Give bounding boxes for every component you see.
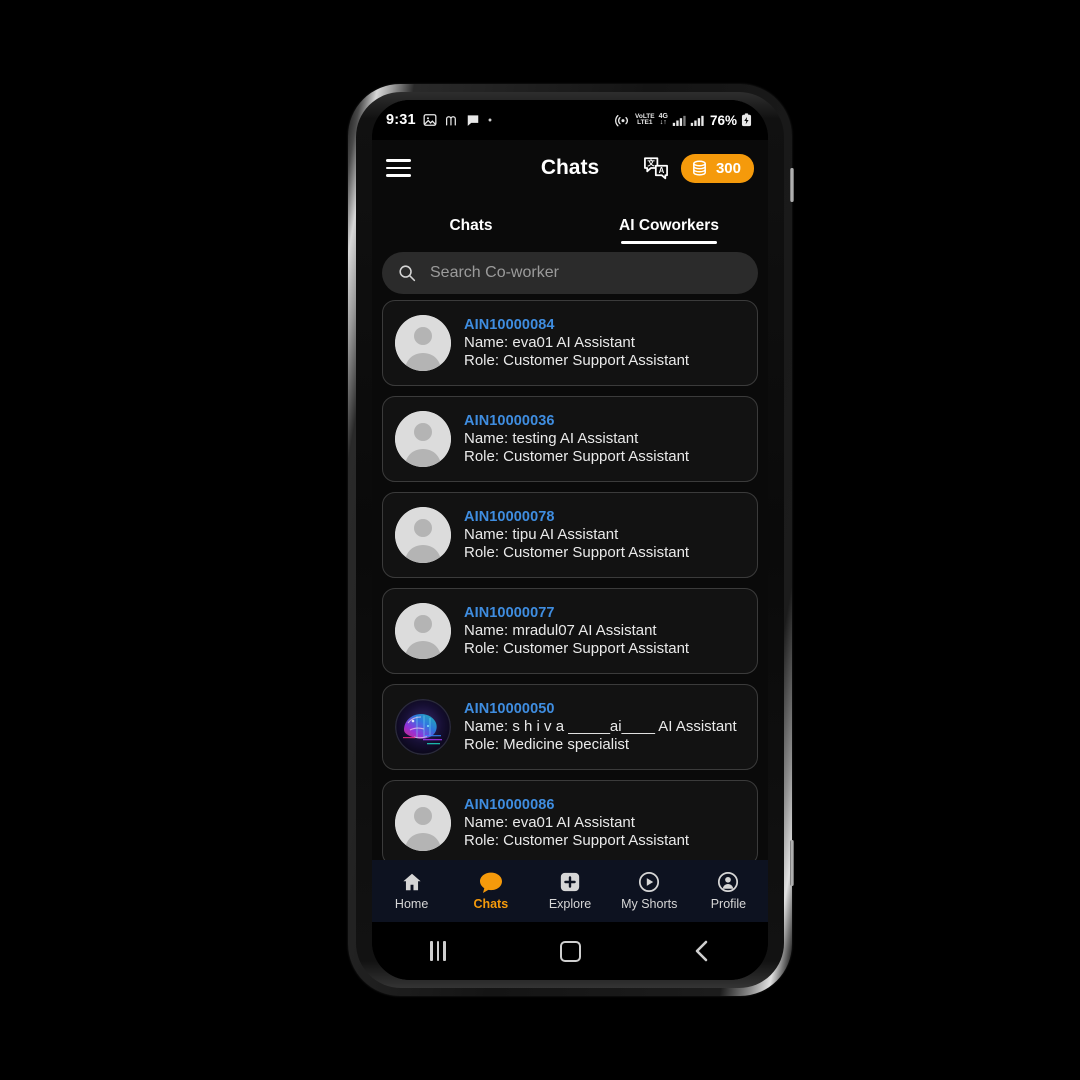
back-chevron-icon[interactable] xyxy=(636,939,768,963)
coworker-card[interactable]: AIN10000077 Name: mradul07 AI Assistant … xyxy=(382,588,758,674)
coworker-id: AIN10000036 xyxy=(464,413,555,429)
nav-item-explore[interactable]: Explore xyxy=(530,871,609,911)
coworker-role: Role: Customer Support Assistant xyxy=(464,832,690,849)
search-input[interactable]: Search Co-worker xyxy=(382,252,758,294)
coin-count-label: 300 xyxy=(715,159,741,177)
message-icon xyxy=(466,113,480,127)
app-header: Chats 文 A 300 xyxy=(372,140,768,196)
play-circle-icon xyxy=(638,871,660,893)
nav-label-home: Home xyxy=(394,897,429,911)
coworker-card[interactable]: AIN10000050 Name: s h i v a _____ai____ … xyxy=(382,684,758,770)
svg-text:A: A xyxy=(659,166,665,175)
tab-chats[interactable]: Chats xyxy=(372,196,570,244)
nav-item-chats[interactable]: Chats xyxy=(451,871,530,911)
avatar xyxy=(395,411,451,467)
coworker-role: Role: Customer Support Assistant xyxy=(464,352,690,369)
tab-bar: Chats AI Coworkers xyxy=(372,196,768,244)
coworker-card[interactable]: AIN10000086 Name: eva01 AI Assistant Rol… xyxy=(382,780,758,866)
status-time: 9:31 xyxy=(386,112,416,128)
nav-item-home[interactable]: Home xyxy=(372,871,451,911)
battery-icon xyxy=(741,113,752,127)
4g-icon: 4G ↓↑ xyxy=(658,113,668,126)
coworker-id: AIN10000086 xyxy=(464,797,555,813)
volume-button[interactable] xyxy=(790,840,794,886)
battery-percent-label: 76% xyxy=(709,112,737,128)
coworker-name: Name: eva01 AI Assistant xyxy=(464,334,635,351)
svg-text:文: 文 xyxy=(646,159,655,168)
coworker-id: AIN10000078 xyxy=(464,509,555,525)
coworker-role: Role: Customer Support Assistant xyxy=(464,544,690,561)
nav-label-chats: Chats xyxy=(473,897,509,911)
coworker-card[interactable]: AIN10000078 Name: tipu AI Assistant Role… xyxy=(382,492,758,578)
nav-label-profile: Profile xyxy=(710,897,747,911)
coin-stack-icon xyxy=(690,159,709,178)
home-square-icon[interactable] xyxy=(504,940,636,962)
nav-label-my-explore: Explore xyxy=(548,897,592,911)
search-placeholder-text: Search Co-worker xyxy=(430,264,559,281)
translate-icon[interactable]: 文 A xyxy=(643,156,669,180)
nav-item-my-shorts[interactable]: My Shorts xyxy=(610,871,689,911)
power-button[interactable] xyxy=(790,168,794,202)
image-icon xyxy=(423,113,437,127)
status-bar: 9:31 VoLTE LTE1 4G ↓↑ 76% xyxy=(372,100,768,140)
coworker-role: Role: Customer Support Assistant xyxy=(464,640,690,657)
status-bar-right: VoLTE LTE1 4G ↓↑ 76% xyxy=(615,112,752,128)
phone-screen: 9:31 VoLTE LTE1 4G ↓↑ 76% Chats 文 A 300 … xyxy=(372,100,768,980)
nav-label-my-shorts: My Shorts xyxy=(621,897,678,911)
dot-icon xyxy=(487,117,493,123)
coworker-name: Name: mradul07 AI Assistant xyxy=(464,622,657,639)
coworker-info: AIN10000036 Name: testing AI Assistant R… xyxy=(464,413,689,465)
coworker-role: Role: Customer Support Assistant xyxy=(464,448,690,465)
search-icon xyxy=(398,264,416,282)
coworker-name: Name: eva01 AI Assistant xyxy=(464,814,635,831)
android-system-nav xyxy=(372,922,768,980)
coworker-id: AIN10000050 xyxy=(464,701,555,717)
tab-ai-coworkers-underline xyxy=(621,241,717,244)
chat-bubble-icon xyxy=(479,871,503,893)
tab-ai-coworkers-label: AI Coworkers xyxy=(619,217,719,234)
avatar xyxy=(395,507,451,563)
avatar xyxy=(395,795,451,851)
coworker-name: Name: testing AI Assistant xyxy=(464,430,639,447)
coworker-info: AIN10000050 Name: s h i v a _____ai____ … xyxy=(464,701,737,753)
avatar xyxy=(395,699,451,755)
status-bar-left: 9:31 xyxy=(386,112,493,128)
coworker-info: AIN10000077 Name: mradul07 AI Assistant … xyxy=(464,605,689,657)
coworker-card[interactable]: AIN10000084 Name: eva01 AI Assistant Rol… xyxy=(382,300,758,386)
hamburger-menu-icon[interactable] xyxy=(386,156,416,180)
signal-bars-1-icon xyxy=(672,114,686,127)
tab-chats-label: Chats xyxy=(449,217,493,234)
avatar xyxy=(395,603,451,659)
avatar xyxy=(395,315,451,371)
coworker-name: Name: s h i v a _____ai____ AI Assistant xyxy=(464,718,737,735)
header-actions: 文 A 300 xyxy=(643,153,754,183)
signal-bars-2-icon xyxy=(690,114,704,127)
nav-item-profile[interactable]: Profile xyxy=(689,871,768,911)
coworker-id: AIN10000084 xyxy=(464,317,555,333)
tab-ai-coworkers[interactable]: AI Coworkers xyxy=(570,196,768,244)
coworker-card[interactable]: AIN10000036 Name: testing AI Assistant R… xyxy=(382,396,758,482)
hotspot-icon xyxy=(615,112,631,128)
home-icon xyxy=(401,871,423,893)
search-section: Search Co-worker xyxy=(372,244,768,300)
coin-balance-badge[interactable]: 300 xyxy=(680,153,754,183)
coworker-id: AIN10000077 xyxy=(464,605,555,621)
recents-icon[interactable] xyxy=(372,941,504,961)
m-glyph-icon xyxy=(444,114,459,127)
volte-icon: VoLTE LTE1 xyxy=(635,113,655,126)
coworker-info: AIN10000086 Name: eva01 AI Assistant Rol… xyxy=(464,797,689,849)
coworker-info: AIN10000084 Name: eva01 AI Assistant Rol… xyxy=(464,317,689,369)
coworker-list[interactable]: AIN10000084 Name: eva01 AI Assistant Rol… xyxy=(372,300,768,878)
coworker-role: Role: Medicine specialist xyxy=(464,736,630,753)
bottom-navigation-bar: Home Chats Explore My Shorts Profile xyxy=(372,860,768,922)
plus-square-icon xyxy=(559,871,581,893)
coworker-name: Name: tipu AI Assistant xyxy=(464,526,619,543)
coworker-info: AIN10000078 Name: tipu AI Assistant Role… xyxy=(464,509,689,561)
person-circle-icon xyxy=(717,871,739,893)
